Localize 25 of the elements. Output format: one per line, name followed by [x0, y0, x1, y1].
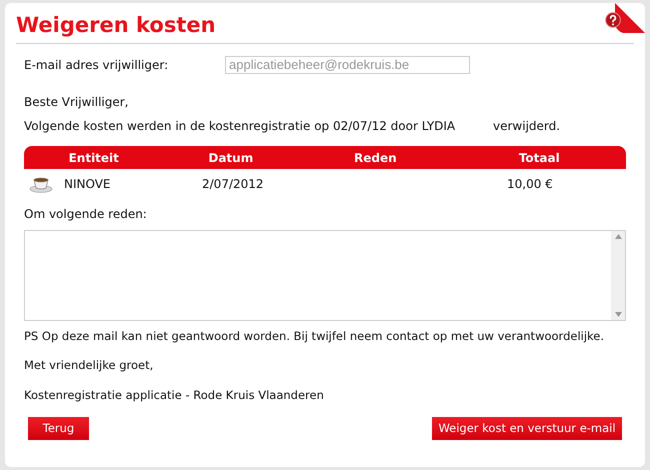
table-cell-text: 10,00 € [507, 176, 553, 193]
help-icon[interactable] [605, 12, 621, 28]
cup-icon [29, 175, 53, 193]
scrollbar[interactable] [611, 231, 625, 320]
dialog-title: Weigeren kosten [16, 12, 216, 38]
back-button[interactable]: Terug [28, 416, 89, 440]
column-header: Totaal [518, 150, 561, 166]
footer-text: Kostenregistratie applicatie - Rode Kruis Vlaanderen [24, 386, 325, 404]
table-cell-text: NINOVE [64, 176, 112, 193]
footer-text: PS Op deze mail kan niet geantwoord worden. Bij twijfel neem contact op met uw verantwoordelijke. [24, 328, 606, 345]
scroll-up-icon[interactable] [614, 234, 622, 239]
reject-send-button[interactable]: Weiger kost en verstuur e-mail [432, 416, 622, 440]
reason-field[interactable] [24, 230, 626, 321]
table-cell-text: 2/07/2012 [202, 176, 265, 193]
greeting-text: Beste Vrijwilliger, [24, 94, 130, 111]
message-end-text: verwijderd. [493, 118, 560, 135]
reason-label: Om volgende reden: [24, 206, 148, 223]
email-field[interactable]: applicatiebeheer@rodekruis.be [225, 56, 470, 74]
email-label: E-mail adres vrijwilliger: [24, 57, 170, 74]
scroll-down-icon[interactable] [614, 312, 622, 317]
column-header: Entiteit [68, 150, 120, 166]
column-header: Datum [207, 150, 254, 166]
message-text: Volgende kosten werden in de kostenregistratie op 02/07/12 door LYDIA [24, 118, 456, 135]
footer-text: Met vriendelijke groet, [24, 357, 154, 374]
column-header: Reden [352, 150, 398, 166]
